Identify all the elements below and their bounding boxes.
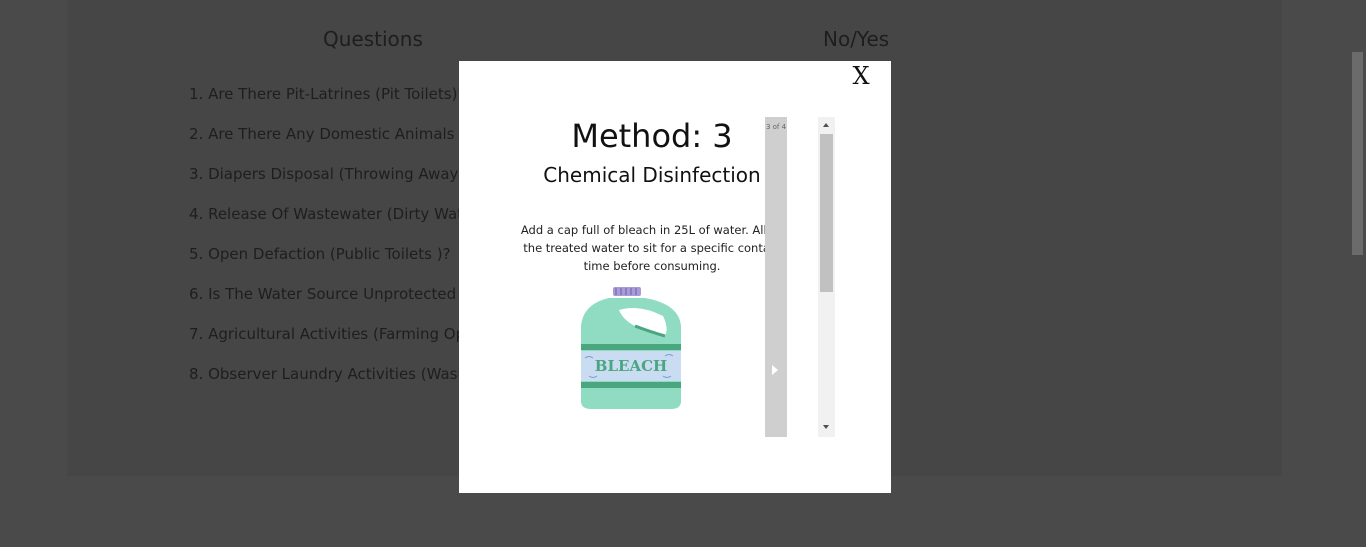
- method-slide-header: Method: 3 Chemical Disinfection: [517, 116, 787, 188]
- modal-scrollbar-thumb[interactable]: [820, 134, 833, 292]
- bleach-bottle-icon: BLEACH: [581, 287, 681, 409]
- slide-counter: 3 of 4: [765, 123, 787, 131]
- method-description: Add a cap full of bleach in 25L of water…: [520, 223, 784, 273]
- slide-next-button[interactable]: 3 of 4: [765, 117, 787, 437]
- method-modal: X Method: 3 Chemical Disinfection Add a …: [459, 61, 891, 493]
- modal-overlay[interactable]: X Method: 3 Chemical Disinfection Add a …: [0, 0, 1366, 547]
- method-title: Method: 3: [571, 117, 733, 155]
- modal-scrollbar[interactable]: [818, 117, 835, 437]
- bleach-label: BLEACH: [595, 357, 667, 375]
- chevron-right-icon[interactable]: [772, 365, 778, 375]
- close-button[interactable]: X: [850, 63, 872, 89]
- scroll-down-arrow-icon[interactable]: [823, 425, 829, 429]
- method-subtitle: Chemical Disinfection: [543, 163, 761, 187]
- scroll-up-arrow-icon[interactable]: [823, 123, 829, 127]
